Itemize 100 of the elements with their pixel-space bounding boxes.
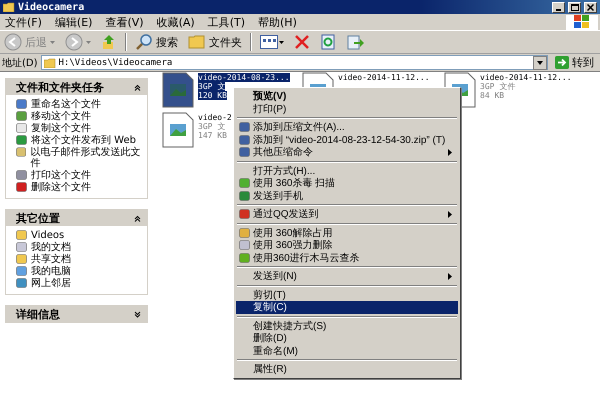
context-menu-item[interactable]: 属性(R): [236, 363, 458, 376]
collapse-icon[interactable]: [134, 84, 141, 90]
submenu-arrow-icon: [448, 148, 452, 156]
file-size: 84 KB: [480, 91, 504, 100]
task-link[interactable]: 我的电脑: [16, 266, 143, 277]
file-type: 3GP 文: [198, 122, 226, 131]
task-icon: [16, 135, 27, 145]
context-menu-item[interactable]: 发送到(N): [236, 270, 458, 282]
views-button[interactable]: [258, 34, 286, 50]
menu-item[interactable]: 编辑(E): [52, 14, 102, 30]
menu-item-icon: [238, 240, 250, 250]
folder-icon: [3, 2, 15, 12]
task-icon: [16, 123, 27, 133]
caret-icon: [86, 40, 91, 44]
forward-button[interactable]: [63, 33, 93, 51]
menu-item-icon: [238, 122, 250, 132]
place-icon: [16, 266, 27, 276]
image-file-icon[interactable]: [162, 72, 194, 108]
go-arrow-icon: [555, 56, 569, 69]
task-icon: [16, 170, 27, 180]
task-link[interactable]: 共享文档: [16, 254, 143, 265]
context-menu-item[interactable]: 删除(D): [236, 332, 458, 344]
file-type: 3GP 文件: [480, 82, 516, 91]
collapse-icon[interactable]: [134, 214, 141, 222]
task-link[interactable]: 复制这个文件: [16, 123, 143, 134]
context-menu-item[interactable]: 通过QQ发送到: [236, 208, 458, 220]
file-name: video-2014-11-12...: [480, 73, 572, 82]
place-icon: [16, 254, 27, 264]
context-menu-item[interactable]: 使用 360解除占用: [236, 226, 458, 239]
go-button[interactable]: 转到: [551, 55, 598, 70]
panel-header[interactable]: 详细信息: [6, 306, 147, 322]
caret-icon: [537, 60, 543, 64]
expand-icon[interactable]: [134, 310, 141, 318]
context-menu-item[interactable]: 剪切(T): [236, 288, 458, 301]
submenu-arrow-icon: [448, 272, 452, 280]
maximize-icon: [570, 4, 578, 10]
delete-button[interactable]: [292, 34, 312, 50]
context-menu-item[interactable]: 预览(V): [236, 90, 458, 102]
place-icon: [16, 230, 27, 240]
menu-item[interactable]: 帮助(H): [255, 14, 307, 30]
context-menu-item[interactable]: 打开方式(H)...: [236, 164, 458, 177]
search-button[interactable]: 搜索: [133, 33, 180, 51]
menu-item[interactable]: 文件(F): [2, 14, 52, 30]
task-link[interactable]: 打印这个文件: [16, 170, 143, 181]
menu-item-icon: [238, 209, 250, 220]
context-menu-item[interactable]: 发送到手机: [236, 190, 458, 202]
maximize-button[interactable]: [568, 2, 581, 12]
context-menu-item[interactable]: 使用360进行木马云查杀: [236, 252, 458, 264]
context-menu-item[interactable]: 添加到压缩文件(A)...: [236, 121, 458, 134]
close-icon: [587, 4, 594, 10]
task-link[interactable]: 删除这个文件: [16, 182, 143, 193]
context-menu-item[interactable]: 打印(P): [236, 102, 458, 115]
address-field[interactable]: H:\Videos\Videocamera: [40, 55, 548, 70]
context-menu-item[interactable]: 其他压缩命令: [236, 146, 458, 158]
task-link[interactable]: 重命名这个文件: [16, 99, 143, 110]
menu-item-icon: [238, 147, 250, 158]
address-label: 地址(D): [2, 56, 38, 70]
place-icon: [16, 242, 27, 252]
folder-icon: [188, 34, 206, 50]
menu-item-icon: [238, 190, 250, 201]
submenu-arrow-icon: [448, 210, 452, 218]
task-link[interactable]: Videos: [16, 230, 143, 241]
file-size: 147 KB: [198, 131, 227, 140]
place-icon: [16, 278, 27, 288]
context-menu-item[interactable]: 复制(C): [236, 301, 458, 314]
context-menu-item[interactable]: 使用 360强力删除: [236, 239, 458, 252]
task-icon: [16, 111, 27, 121]
task-link[interactable]: 我的文档: [16, 242, 143, 253]
menu-item-icon: [238, 252, 250, 263]
menu-item[interactable]: 收藏(A): [154, 14, 205, 30]
context-menu-item[interactable]: 添加到 “video-2014-08-23-12-54-30.zip” (T): [236, 134, 458, 146]
task-link[interactable]: 以电子邮件形式发送此文件: [16, 147, 143, 169]
dropdown-button[interactable]: [533, 56, 547, 70]
search-icon: [135, 33, 153, 51]
file-name: video-2014-11-12...: [338, 73, 430, 82]
menu-item[interactable]: 查看(V): [102, 14, 154, 30]
context-menu-item[interactable]: 创建快捷方式(S): [236, 320, 458, 332]
menu-item-icon: [238, 228, 250, 238]
window-title: Videocamera: [18, 2, 86, 12]
file-name: video-2014-08-23...: [198, 73, 290, 82]
menu-item[interactable]: 工具(T): [204, 14, 255, 30]
minimize-button[interactable]: [552, 2, 565, 12]
task-link[interactable]: 将这个文件发布到 Web: [16, 135, 143, 146]
menu-item-icon: [238, 134, 250, 145]
task-link[interactable]: 移动这个文件: [16, 111, 143, 122]
context-menu-item[interactable]: 使用 360杀毒 扫描: [236, 177, 458, 190]
task-link[interactable]: 网上邻居: [16, 278, 143, 289]
close-button[interactable]: [584, 2, 597, 12]
file-type: 3GP 文: [198, 82, 226, 91]
menu-item-icon: [238, 178, 250, 188]
task-icon: [16, 147, 26, 157]
file-name: video-2: [198, 113, 232, 122]
panel-header[interactable]: 文件和文件夹任务: [6, 79, 147, 95]
context-menu-item[interactable]: 重命名(M): [236, 344, 458, 357]
task-icon: [16, 182, 27, 192]
image-file-icon[interactable]: [162, 112, 194, 148]
folders-button[interactable]: 文件夹: [186, 34, 244, 50]
caret-icon: [50, 40, 55, 44]
folder-icon: [44, 58, 56, 68]
panel-header[interactable]: 其它位置: [6, 210, 147, 226]
